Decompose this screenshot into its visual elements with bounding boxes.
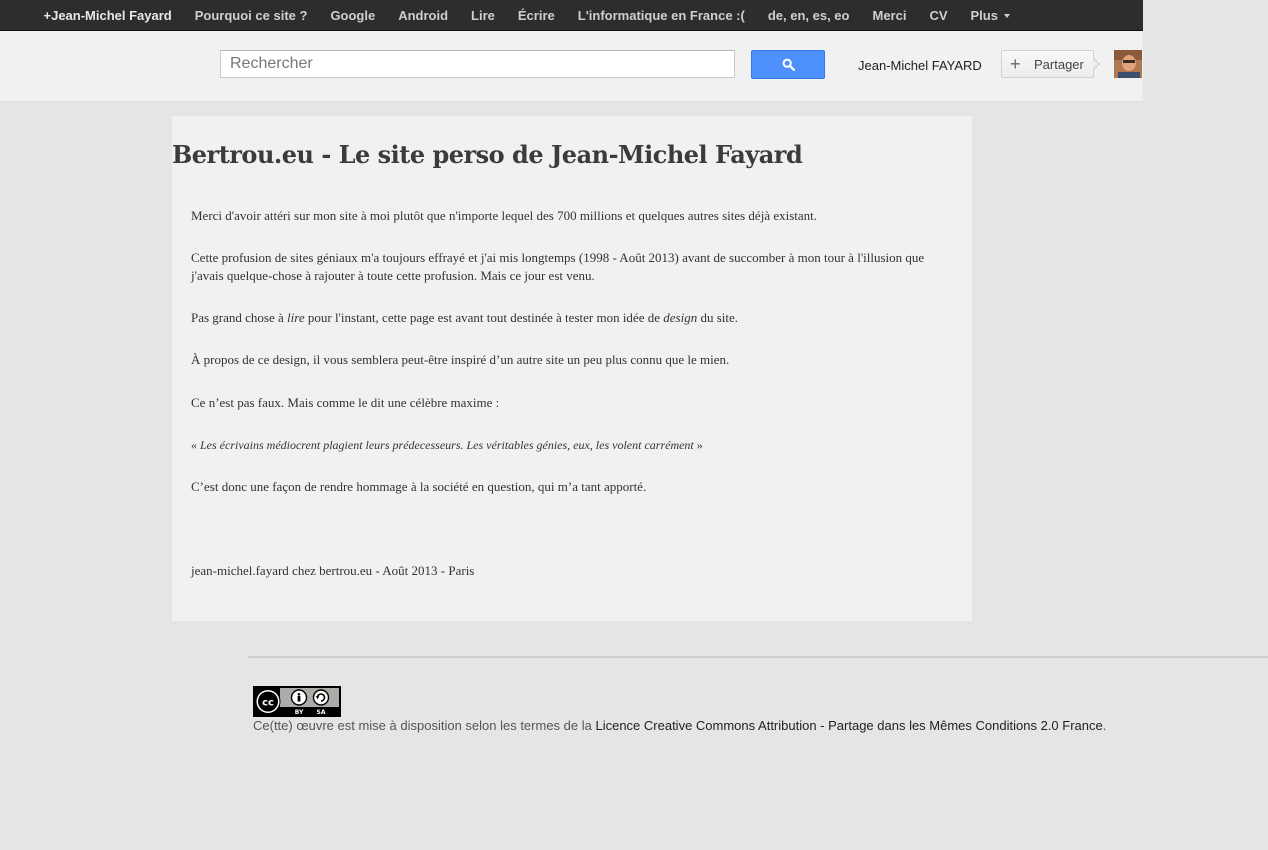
paragraph-profusion: Cette profusion de sites géniaux m'a tou…: [191, 250, 925, 283]
nav-item-cv[interactable]: CV: [918, 8, 959, 23]
footer-divider: [248, 656, 1268, 658]
license-suffix: .: [1102, 718, 1107, 733]
nav-item-label: de, en, es, eo: [767, 7, 850, 23]
search-icon: [782, 58, 795, 71]
svg-text:SA: SA: [317, 709, 326, 716]
nav-item-android[interactable]: Android: [387, 8, 460, 23]
nav-item-label: Lire: [471, 7, 495, 23]
nav-item-label: Google: [330, 7, 376, 23]
paragraph-hommage: C’est donc une façon de rendre hommage à…: [191, 479, 647, 494]
nav-item-label: L'informatique en France :(: [577, 7, 745, 23]
nav-item-label: CV: [929, 7, 948, 23]
nav-item-label: Android: [398, 7, 449, 23]
nav-item-lire[interactable]: Lire: [460, 8, 507, 23]
text-fragment: du site.: [697, 310, 739, 325]
license-link[interactable]: Licence Creative Commons Attribution - P…: [595, 718, 1102, 733]
paragraph-maxime: Ce n’est pas faux. Mais comme le dit une…: [191, 395, 500, 410]
plus-icon: +: [1010, 54, 1021, 74]
search-header: Jean-Michel FAYARD + Partager: [0, 31, 1143, 102]
nav-item-label: Merci: [872, 7, 907, 23]
cc-by-sa-icon: cc BY SA: [254, 687, 340, 716]
nav-item-merci[interactable]: Merci: [861, 8, 918, 23]
quote: « Les écrivains médiocrent plagient leur…: [191, 436, 931, 454]
top-nav-bar: +Jean-Michel Fayard Pourquoi ce site ? G…: [0, 0, 1143, 31]
quote-close-mark: »: [693, 438, 703, 452]
nav-item-informatique[interactable]: L'informatique en France :(: [566, 8, 756, 23]
quote-text: Les écrivains médiocrent plagient leurs …: [200, 438, 694, 452]
text-fragment: Pas grand chose à: [191, 310, 288, 325]
share-button-label: Partager: [1034, 56, 1084, 72]
search-button[interactable]: [751, 50, 825, 79]
paragraph-intro: Merci d'avoir attéri sur mon site à moi …: [191, 208, 818, 223]
paragraph-inspiration: À propos de ce design, il vous semblera …: [191, 352, 730, 367]
nav-item-profile[interactable]: +Jean-Michel Fayard: [32, 8, 183, 23]
creative-commons-badge-icon[interactable]: cc BY SA: [253, 686, 341, 717]
svg-text:BY: BY: [295, 709, 304, 716]
nav-item-plus[interactable]: Plus: [959, 8, 1021, 23]
avatar[interactable]: [1114, 50, 1142, 78]
share-button[interactable]: + Partager: [1001, 50, 1094, 78]
nav-item-label: Écrire: [517, 7, 555, 23]
nav-item-label: Pourquoi ce site ?: [194, 7, 308, 23]
share-count-arrow: [1092, 57, 1100, 71]
license-notice: Ce(tte) œuvre est mise à disposition sel…: [253, 718, 1106, 733]
chevron-down-icon: [1003, 13, 1010, 18]
nav-item-pourquoi[interactable]: Pourquoi ce site ?: [183, 8, 319, 23]
nav-item-label: Plus: [970, 7, 998, 23]
nav-item-label: +Jean-Michel Fayard: [43, 7, 172, 23]
emphasis-lire: lire: [287, 310, 305, 325]
signature: jean-michel.fayard chez bertrou.eu - Aoû…: [191, 563, 475, 578]
nav-item-google[interactable]: Google: [319, 8, 387, 23]
paragraph-design: Pas grand chose à lire pour l'instant, c…: [191, 309, 931, 327]
avatar-image: [1114, 50, 1142, 78]
svg-text:cc: cc: [262, 698, 274, 709]
text-fragment: pour l'instant, cette page est avant tou…: [304, 310, 664, 325]
page-title: Bertrou.eu - Le site perso de Jean-Miche…: [172, 140, 803, 169]
user-name-link[interactable]: Jean-Michel FAYARD: [858, 58, 982, 73]
license-prefix: Ce(tte) œuvre est mise à disposition sel…: [253, 718, 596, 733]
quote-open-mark: «: [191, 438, 200, 452]
content-card: Bertrou.eu - Le site perso de Jean-Miche…: [172, 116, 972, 621]
nav-menu: +Jean-Michel Fayard Pourquoi ce site ? G…: [0, 0, 1143, 30]
search-input[interactable]: [220, 50, 735, 78]
nav-item-ecrire[interactable]: Écrire: [506, 8, 566, 23]
nav-item-languages[interactable]: de, en, es, eo: [756, 8, 861, 23]
emphasis-design: design: [663, 310, 698, 325]
